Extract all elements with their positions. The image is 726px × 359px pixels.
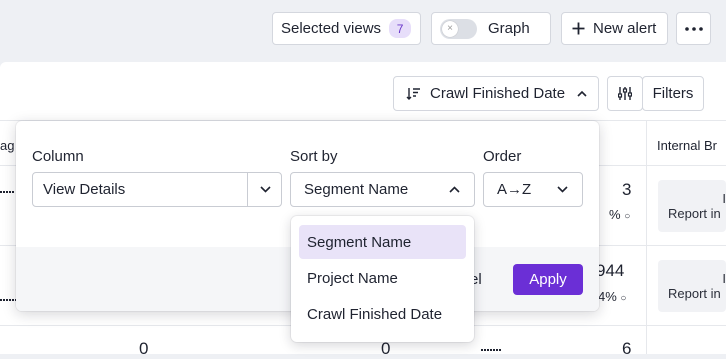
- sort-by-select-value: Segment Name: [304, 181, 409, 198]
- apply-label: Apply: [529, 271, 567, 288]
- toggle-off-icon: ×: [442, 20, 458, 37]
- chip-line: I: [722, 271, 726, 286]
- row1-chip[interactable]: I Report in: [658, 180, 726, 232]
- chip-line: Report in: [668, 286, 721, 301]
- sort-button-label: Crawl Finished Date: [430, 85, 566, 102]
- row2-percent: 4% ○: [598, 289, 627, 304]
- sort-icon: [406, 87, 421, 100]
- top-toolbar: Selected views 7 × Graph New alert: [0, 0, 726, 60]
- order-label: Order: [483, 148, 522, 165]
- sort-by-select[interactable]: Segment Name: [290, 172, 475, 207]
- graph-toggle-button[interactable]: × Graph: [431, 12, 551, 45]
- option-label: Project Name: [307, 269, 398, 287]
- row1-percent: % ○: [609, 207, 631, 222]
- chevron-down-icon: [557, 186, 568, 193]
- chevron-down-icon: [260, 186, 271, 193]
- select-divider: [247, 173, 248, 206]
- column-label: Column: [32, 148, 84, 165]
- apply-button[interactable]: Apply: [513, 264, 583, 295]
- chip-line: I: [722, 191, 726, 206]
- sparkline-fragment: [481, 349, 501, 351]
- filters-label: Filters: [652, 85, 694, 102]
- new-alert-button[interactable]: New alert: [561, 12, 668, 45]
- sliders-icon: [618, 86, 632, 101]
- new-alert-label: New alert: [593, 20, 657, 37]
- sort-option-segment-name[interactable]: Segment Name: [299, 225, 466, 259]
- column-select-value: View Details: [43, 181, 126, 198]
- option-label: Segment Name: [307, 233, 412, 251]
- sort-button[interactable]: Crawl Finished Date: [393, 76, 599, 111]
- row3-value-b: 0: [381, 339, 391, 358]
- filters-button[interactable]: Filters: [642, 76, 704, 111]
- chevron-up-icon: [449, 186, 460, 193]
- sort-option-project-name[interactable]: Project Name: [299, 261, 466, 295]
- sparkline-fragment: [0, 191, 14, 193]
- selected-views-count-badge: 7: [389, 19, 412, 38]
- graph-label: Graph: [488, 20, 530, 37]
- sort-by-label: Sort by: [290, 148, 338, 165]
- selected-views-button[interactable]: Selected views 7: [272, 12, 421, 45]
- selected-views-label: Selected views: [281, 20, 382, 37]
- sparkline-fragment: [0, 299, 16, 301]
- column-header-partial: ag: [0, 138, 15, 153]
- column-divider: [646, 120, 647, 354]
- row3-value-a: 0: [139, 339, 149, 358]
- row1-value: 3: [622, 180, 632, 199]
- row2-chip[interactable]: I Report in: [658, 260, 726, 312]
- column-header-internal: Internal Br: [657, 138, 717, 153]
- adjustments-button[interactable]: [607, 76, 643, 111]
- more-options-button[interactable]: [676, 12, 711, 45]
- more-horizontal-icon: [684, 26, 703, 31]
- chip-line: Report in: [668, 206, 721, 221]
- graph-toggle[interactable]: ×: [440, 18, 477, 39]
- row3-value-c: 6: [622, 339, 632, 358]
- row2-value: 944: [596, 261, 625, 280]
- column-select[interactable]: View Details: [32, 172, 282, 207]
- sort-option-crawl-finished-date[interactable]: Crawl Finished Date: [299, 297, 466, 331]
- option-label: Crawl Finished Date: [307, 305, 443, 323]
- plus-icon: [572, 22, 585, 35]
- order-select[interactable]: A→Z: [483, 172, 583, 207]
- order-select-value: A→Z: [497, 181, 532, 198]
- sort-by-dropdown: Segment Name Project Name Crawl Finished…: [291, 216, 474, 342]
- chevron-up-icon: [577, 90, 587, 97]
